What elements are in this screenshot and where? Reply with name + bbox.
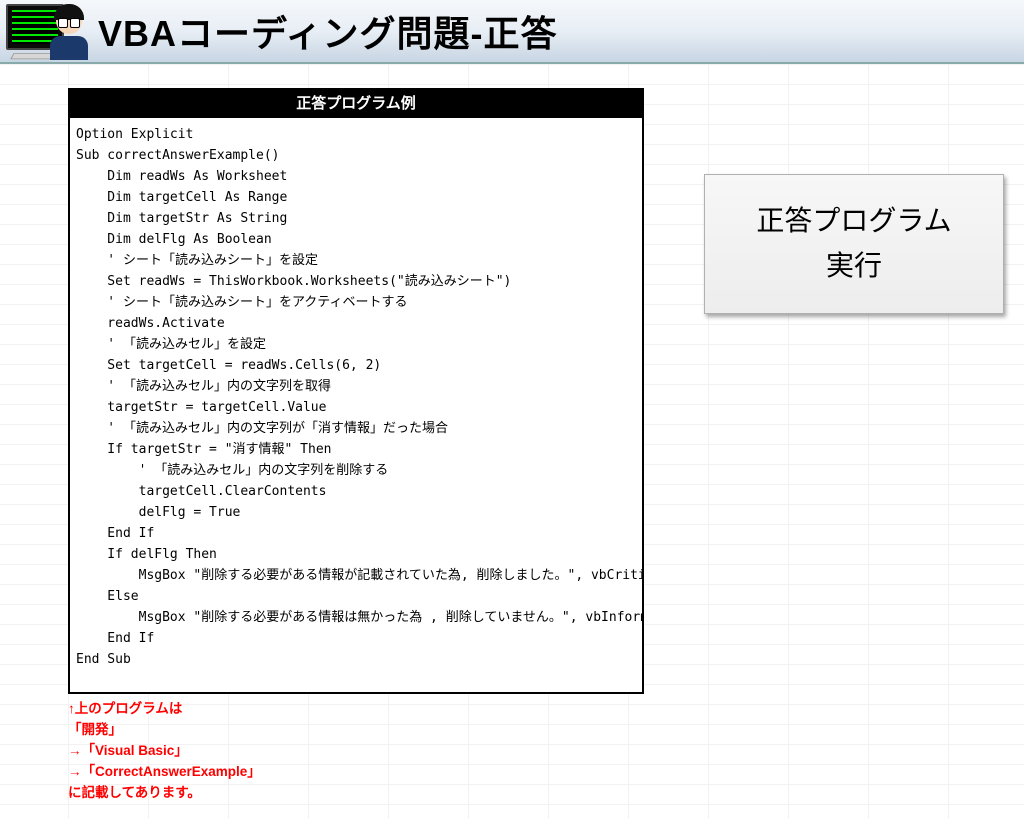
run-answer-button-label: 正答プログラム 実行 [756,199,951,289]
code-title: 正答プログラム例 [68,88,644,118]
code-line: MsgBox "削除する必要がある情報は無かった為 , 削除していません。", … [76,607,636,628]
code-line: Dim readWs As Worksheet [76,166,636,187]
code-box: Option ExplicitSub correctAnswerExample(… [68,118,644,694]
notes-section: ↑上のプログラムは「開発」→「Visual Basic」→「CorrectAns… [68,698,644,803]
code-line: Dim delFlg As Boolean [76,229,636,250]
code-line: readWs.Activate [76,313,636,334]
code-line: Dim targetCell As Range [76,187,636,208]
code-line: ' シート「読み込みシート」をアクティベートする [76,292,636,313]
note-line: →「Visual Basic」 [68,740,644,761]
code-line: ' 「読み込みセル」内の文字列を取得 [76,376,636,397]
code-line: ' 「読み込みセル」内の文字列を削除する [76,460,636,481]
code-line: Set readWs = ThisWorkbook.Worksheets("読み… [76,271,636,292]
code-line: Set targetCell = readWs.Cells(6, 2) [76,355,636,376]
code-line: Else [76,586,636,607]
code-line: If targetStr = "消す情報" Then [76,439,636,460]
code-line: MsgBox "削除する必要がある情報が記載されていた為, 削除しました。", … [76,565,636,586]
note-line: ↑上のプログラムは [68,698,644,719]
code-line: Dim targetStr As String [76,208,636,229]
code-line: End If [76,628,636,649]
page-header: VBAコーディング問題-正答 [0,0,1024,64]
code-line: End If [76,523,636,544]
page-title: VBAコーディング問題-正答 [98,5,557,57]
code-line: targetStr = targetCell.Value [76,397,636,418]
code-line: Sub correctAnswerExample() [76,145,636,166]
note-line: →「CorrectAnswerExample」 [68,761,644,782]
programmer-icon [4,2,92,60]
code-line: ' 「読み込みセル」内の文字列が「消す情報」だった場合 [76,418,636,439]
code-line: If delFlg Then [76,544,636,565]
code-section: 正答プログラム例 Option ExplicitSub correctAnswe… [68,88,644,803]
run-answer-button[interactable]: 正答プログラム 実行 [704,174,1004,314]
code-line: ' シート「読み込みシート」を設定 [76,250,636,271]
code-line: delFlg = True [76,502,636,523]
note-line: に記載してあります。 [68,782,644,803]
spreadsheet-area: 正答プログラム例 Option ExplicitSub correctAnswe… [0,64,1024,819]
code-line: Option Explicit [76,124,636,145]
note-line: 「開発」 [68,719,644,740]
code-line: targetCell.ClearContents [76,481,636,502]
code-line: ' 「読み込みセル」を設定 [76,334,636,355]
code-line: End Sub [76,649,636,670]
